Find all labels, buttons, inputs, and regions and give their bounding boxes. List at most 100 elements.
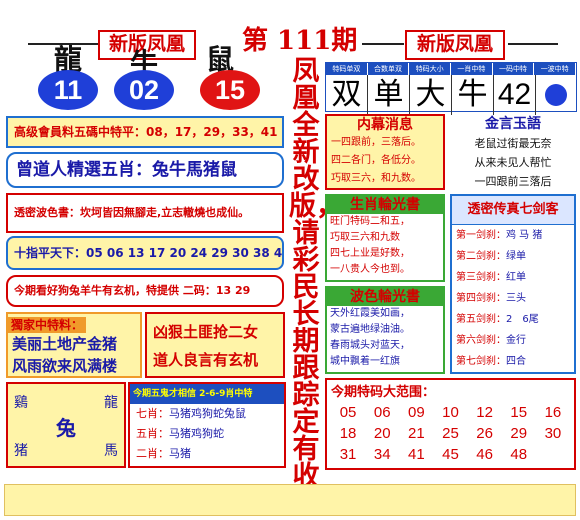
wave-rotation-box: 波色輪光書 天外红霞美如画， 蒙古遍地绿油油。 春雨城头对蓝天， 城中飘着一红旗 — [325, 286, 445, 374]
ball-1: 11 — [38, 70, 98, 110]
secret-wave-book: 透密波色書：坎坷皆因無腳走,立志轍燒也成仙。 — [6, 193, 284, 233]
ans-size: 大 — [410, 75, 452, 115]
inside-line-2: 四二各门，各低分。 — [331, 155, 421, 166]
range-number: 16 — [544, 404, 562, 421]
wave-line-1: 天外红霞美如画， — [330, 308, 410, 319]
corner-tr: 龍 — [104, 395, 118, 411]
range-number: 46 — [476, 446, 493, 463]
row-5: 五肖：马猪鸡狗蛇 — [136, 424, 284, 444]
header-line-right — [508, 43, 558, 45]
range-number: 12 — [476, 404, 493, 421]
inside-line-3: 巧取三六，和九数。 — [331, 173, 421, 184]
ans-code: 42 — [494, 75, 536, 115]
corner-bl: 猪 — [14, 443, 28, 459]
ball-2: 02 — [114, 70, 174, 110]
row-2: 二肖：马猪 — [136, 444, 284, 464]
zodiac-rotation-title: 生肖輪光書 — [327, 196, 443, 214]
exclusive-title: 獨家中特料： — [8, 317, 87, 333]
sword-5-value: 2 6尾 — [506, 314, 539, 325]
ten-finger-numbers: 十指平天下：05 06 13 17 20 24 29 30 38 43 — [6, 236, 284, 270]
exclusive-line-1: 美丽土地产金猪 — [12, 335, 118, 353]
five-ghosts-rows: 七肖：马猪鸡狗蛇兔鼠 五肖：马猪鸡狗蛇 二肖：马猪 — [130, 404, 284, 464]
sword-7-value: 四合 — [506, 356, 526, 367]
sword-3-value: 红单 — [506, 272, 526, 283]
corner-tl: 鷄 — [14, 395, 28, 411]
exclusive-line-2: 风雨欲来风满楼 — [12, 357, 118, 375]
range-number: 15 — [510, 404, 528, 421]
range-number: 48 — [510, 446, 528, 463]
sword-2-label: 第二剑刹： — [456, 251, 506, 262]
zodiac-line-3: 四七上业是好数， — [330, 248, 410, 259]
th-4: 一肖中特 — [451, 63, 493, 75]
range-number: 41 — [408, 446, 425, 463]
tsang-five-zodiac: 曾道人精選五肖：兔牛馬猪鼠 — [6, 152, 284, 188]
two-code-tip: 今期看好狗兔羊牛有玄机，特提供 二码：13 29 — [6, 275, 284, 307]
sword-7: 第七剑刹：四合 — [452, 351, 574, 372]
sword-4-value: 三头 — [506, 293, 526, 304]
sword-5: 第五剑刹：2 6尾 — [452, 309, 574, 330]
ans-sum-odd-even: 单 — [368, 75, 410, 115]
golden-line-1: 老鼠过街最无奈 — [474, 137, 552, 150]
zodiac-corner-box: 鷄 龍 兔 猪 馬 — [6, 382, 126, 468]
bottom-banner — [4, 484, 576, 516]
zodiac-line-1: 旺门特码二和五， — [330, 216, 410, 227]
seven-swords-title: 透密传真七剑客 — [452, 196, 574, 225]
sword-6-label: 第六剑刹： — [456, 335, 506, 346]
sword-2-value: 绿单 — [506, 251, 526, 262]
row-2-value: 马猪 — [169, 447, 191, 460]
range-number: 29 — [510, 425, 528, 442]
range-title: 今期特码大范围： — [331, 385, 436, 400]
five-ghosts-box: 今期五鬼才相信 2-6-9肖中特 七肖：马猪鸡狗蛇兔鼠 五肖：马猪鸡狗蛇 二肖：… — [128, 382, 286, 468]
row-7-value: 马猪鸡狗蛇兔鼠 — [169, 407, 246, 420]
sword-6-value: 金行 — [506, 335, 526, 346]
range-number: 05 — [339, 404, 357, 421]
range-number: 10 — [442, 404, 459, 421]
five-ghosts-title: 今期五鬼才相信 2-6-9肖中特 — [130, 384, 284, 404]
members-five-numbers: 高级會員料五碼中特平：08，17，29，33，41 — [6, 116, 284, 148]
sword-4-label: 第四剑刹： — [456, 293, 506, 304]
vertical-slogan: 凤凰全新改版，请彩民长期跟踪定有收获。 — [289, 56, 343, 517]
sword-3: 第三剑刹：红单 — [452, 267, 574, 288]
sword-4: 第四剑刹：三头 — [452, 288, 574, 309]
wave-line-3: 春雨城头对蓝天， — [330, 340, 410, 351]
range-number: 30 — [544, 425, 562, 442]
range-number: 34 — [373, 446, 391, 463]
th-3: 特码大小 — [409, 63, 452, 75]
inside-line-1: 一四跟前，三落后。 — [331, 137, 421, 148]
range-number: 09 — [408, 404, 425, 421]
answer-table-head: 特码单双 合数单双 特码大小 一肖中特 一码中特 一波中特 — [326, 63, 577, 75]
range-number: 31 — [339, 446, 357, 463]
seven-swords-box: 透密传真七剑客 第一剑刹：鸡 马 猪 第二剑刹：绿单 第三剑刹：红单 第四剑刹：… — [450, 194, 576, 374]
row-5-value: 马猪鸡狗蛇 — [169, 427, 224, 440]
wave-rotation-title: 波色輪光書 — [327, 288, 443, 306]
th-1: 特码单双 — [326, 63, 368, 75]
row-7-label: 七肖： — [136, 407, 169, 420]
sword-1-value: 鸡 马 猪 — [506, 230, 543, 241]
header-line-mid — [362, 43, 404, 45]
zodiac-rotation-box: 生肖輪光書 旺门特码二和五， 巧取三六和九数 四七上业是好数， 一八贵人今也到。 — [325, 194, 445, 282]
corner-center: 兔 — [56, 416, 76, 440]
range-number: 45 — [442, 446, 459, 463]
header-badge-right: 新版凤凰 — [405, 30, 505, 60]
row-5-label: 五肖： — [136, 427, 169, 440]
range-number: 06 — [373, 404, 391, 421]
range-number: 18 — [339, 425, 357, 442]
inside-news-title: 内幕消息 — [357, 117, 413, 133]
exclusive-box: 獨家中特料： 美丽土地产金猪 风雨欲来风满楼 — [6, 312, 142, 378]
zodiac-line-2: 巧取三六和九数 — [330, 232, 400, 243]
poem-line-1: 凶狠土匪抢二女 — [153, 323, 259, 341]
sword-7-label: 第七剑刹： — [456, 356, 506, 367]
sword-5-label: 第五剑刹： — [456, 314, 506, 325]
golden-line-3: 一四跟前三落后 — [474, 175, 552, 188]
range-number: 21 — [408, 425, 425, 442]
th-2: 合数单双 — [367, 63, 410, 75]
ans-odd-even: 双 — [326, 75, 368, 115]
golden-words: 金言玉語 老鼠过街最无奈 从来未见人帮忙 一四跟前三落后 — [450, 114, 576, 190]
ans-wave — [536, 76, 576, 114]
sword-2: 第二剑刹：绿单 — [452, 246, 574, 267]
range-number: 26 — [476, 425, 493, 442]
row-2-label: 二肖： — [136, 447, 169, 460]
wave-dot-icon — [545, 84, 567, 106]
sword-3-label: 第三剑刹： — [456, 272, 506, 283]
poem-line-2: 道人良言有玄机 — [153, 351, 259, 369]
